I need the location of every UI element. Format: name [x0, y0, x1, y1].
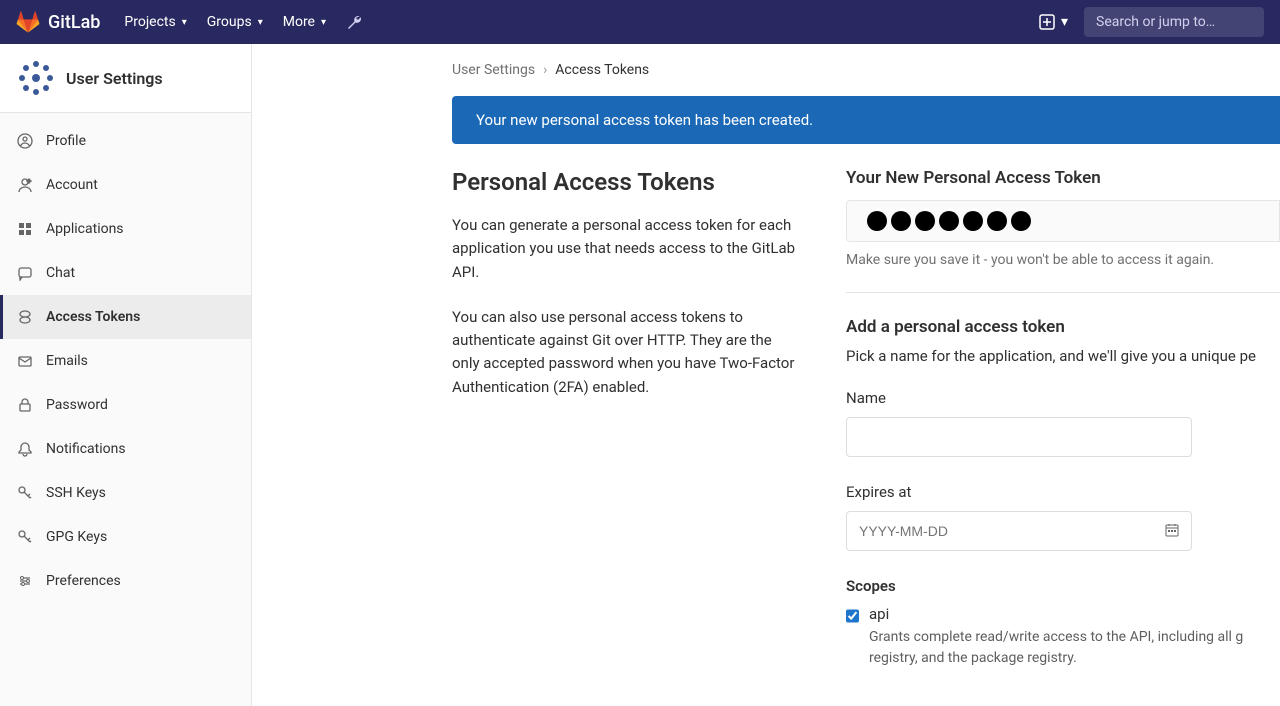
plus-button[interactable]: ▾: [1039, 14, 1068, 30]
content-area: User Settings › Access Tokens Your new p…: [252, 44, 1280, 706]
sidebar-item-notifications[interactable]: Notifications: [0, 427, 251, 471]
sidebar-item-account[interactable]: Account: [0, 163, 251, 207]
key-icon: [16, 484, 34, 502]
scope-api-desc: Grants complete read/write access to the…: [869, 627, 1280, 669]
sidebar-item-label: SSH Keys: [46, 485, 106, 501]
account-icon: [16, 176, 34, 194]
sidebar-item-label: Access Tokens: [46, 309, 140, 325]
breadcrumb-current: Access Tokens: [555, 62, 649, 78]
name-label: Name: [846, 389, 1280, 407]
sidebar-item-profile[interactable]: Profile: [0, 119, 251, 163]
sidebar-item-label: Chat: [46, 265, 75, 281]
applications-icon: [16, 220, 34, 238]
expires-label: Expires at: [846, 483, 1280, 501]
chevron-down-icon: ▾: [321, 17, 326, 28]
scope-api: api Grants complete read/write access to…: [846, 605, 1280, 669]
breadcrumb: User Settings › Access Tokens: [452, 62, 1280, 78]
chevron-down-icon: ▾: [258, 17, 263, 28]
chevron-down-icon: ▾: [1061, 14, 1068, 30]
sidebar-item-gpg-keys[interactable]: GPG Keys: [0, 515, 251, 559]
sidebar-item-chat[interactable]: Chat: [0, 251, 251, 295]
sidebar-item-label: GPG Keys: [46, 529, 107, 545]
scopes-label: Scopes: [846, 577, 1280, 595]
sidebar-item-label: Preferences: [46, 573, 121, 589]
token-icon: [16, 308, 34, 326]
sidebar-item-label: Profile: [46, 133, 86, 149]
top-nav: GitLab Projects▾ Groups▾ More▾ ▾ Search …: [0, 0, 1280, 44]
divider: [846, 292, 1280, 293]
password-icon: [16, 396, 34, 414]
description-p1: You can generate a personal access token…: [452, 214, 798, 284]
profile-icon: [16, 132, 34, 150]
user-avatar-icon: [16, 58, 56, 98]
add-token-sub: Pick a name for the application, and we'…: [846, 347, 1280, 365]
scope-api-name: api: [869, 605, 1280, 623]
sidebar-item-label: Notifications: [46, 441, 126, 457]
nav-groups[interactable]: Groups▾: [207, 14, 263, 30]
token-value-field[interactable]: [846, 200, 1280, 242]
add-token-heading: Add a personal access token: [846, 317, 1280, 337]
breadcrumb-root[interactable]: User Settings: [452, 62, 535, 78]
admin-wrench-icon[interactable]: [346, 14, 362, 30]
expires-input[interactable]: [846, 511, 1192, 551]
chevron-down-icon: ▾: [182, 17, 187, 28]
sidebar: User Settings Profile Account Applications…: [0, 44, 252, 706]
sidebar-item-applications[interactable]: Applications: [0, 207, 251, 251]
sidebar-item-label: Account: [46, 177, 98, 193]
sidebar-item-preferences[interactable]: Preferences: [0, 559, 251, 603]
chevron-right-icon: ›: [543, 62, 547, 78]
description-p2: You can also use personal access tokens …: [452, 306, 798, 399]
page-title: Personal Access Tokens: [452, 168, 798, 196]
sidebar-item-label: Applications: [46, 221, 124, 237]
sidebar-item-ssh-keys[interactable]: SSH Keys: [0, 471, 251, 515]
notifications-icon: [16, 440, 34, 458]
nav-projects[interactable]: Projects▾: [124, 14, 186, 30]
token-masked: [867, 211, 1031, 231]
brand-name[interactable]: GitLab: [48, 12, 100, 33]
gitlab-logo-icon[interactable]: [16, 10, 40, 34]
token-hint: Make sure you save it - you won't be abl…: [846, 252, 1280, 268]
sidebar-item-emails[interactable]: Emails: [0, 339, 251, 383]
sidebar-item-password[interactable]: Password: [0, 383, 251, 427]
key-icon: [16, 528, 34, 546]
sidebar-item-label: Emails: [46, 353, 88, 369]
success-alert: Your new personal access token has been …: [452, 96, 1280, 144]
new-token-heading: Your New Personal Access Token: [846, 168, 1280, 188]
sidebar-item-label: Password: [46, 397, 108, 413]
sidebar-header[interactable]: User Settings: [0, 44, 251, 113]
sidebar-item-access-tokens[interactable]: Access Tokens: [0, 295, 251, 339]
sidebar-title: User Settings: [66, 69, 163, 88]
preferences-icon: [16, 572, 34, 590]
nav-more[interactable]: More▾: [283, 14, 326, 30]
name-input[interactable]: [846, 417, 1192, 457]
emails-icon: [16, 352, 34, 370]
chat-icon: [16, 264, 34, 282]
search-input[interactable]: Search or jump to…: [1084, 7, 1264, 37]
scope-api-checkbox[interactable]: [846, 609, 859, 623]
